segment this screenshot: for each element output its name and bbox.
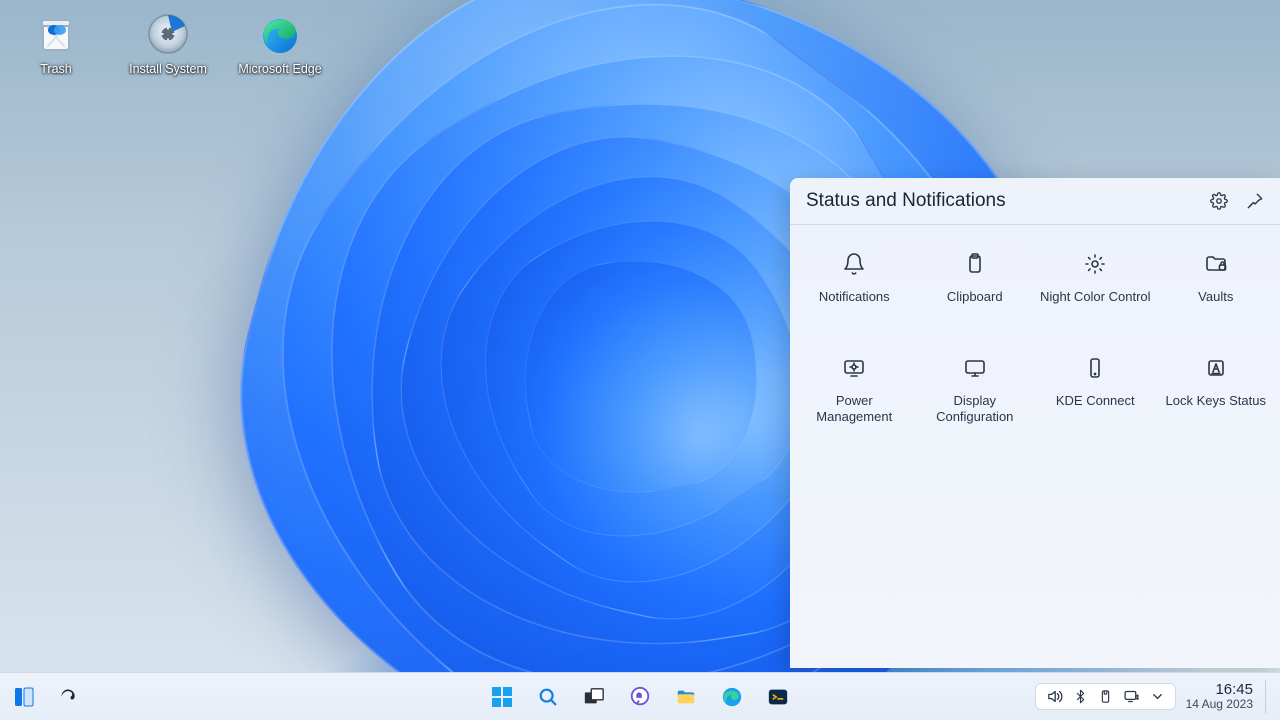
trash-icon [32,10,80,58]
display-tray-icon[interactable] [1123,688,1140,705]
windows-start-icon [491,686,513,708]
volume-icon[interactable] [1046,688,1063,705]
task-view-icon [583,686,605,708]
chat-icon [629,686,651,708]
swirl-logo-icon [58,687,78,707]
tile-vaults[interactable]: Vaults [1156,243,1277,329]
tile-label: Display Configuration [919,393,1032,426]
bell-icon [841,251,867,277]
tile-label: KDE Connect [1056,393,1135,425]
panel-grid-icon [14,687,34,707]
pin-icon [1246,192,1264,210]
tile-notifications[interactable]: Notifications [794,243,915,329]
edge-icon [721,686,743,708]
taskbar-distro-button[interactable] [52,681,84,713]
start-button[interactable] [486,681,518,713]
desktop-icons: Trash I [14,10,322,76]
edge-icon [256,10,304,58]
folder-lock-icon [1203,251,1229,277]
taskbar: 16:45 14 Aug 2023 [0,672,1280,720]
taskbar-clock[interactable]: 16:45 14 Aug 2023 [1186,682,1259,712]
desktop-icon-label: Install System [129,62,207,76]
keyboard-key-icon [1203,355,1229,381]
tile-display-configuration[interactable]: Display Configuration [915,347,1036,434]
tile-lock-keys-status[interactable]: Lock Keys Status [1156,347,1277,434]
monitor-brightness-icon [841,355,867,381]
tile-night-color-control[interactable]: Night Color Control [1035,243,1156,329]
desktop-icon-microsoft-edge[interactable]: Microsoft Edge [238,10,322,76]
tile-clipboard[interactable]: Clipboard [915,243,1036,329]
tile-label: Power Management [798,393,911,426]
gear-icon [1210,192,1228,210]
tile-label: Vaults [1198,289,1233,321]
clock-time: 16:45 [1186,682,1253,699]
terminal-icon [767,686,789,708]
taskbar-separator [1265,680,1266,714]
taskbar-chat-button[interactable] [624,681,656,713]
brightness-icon [1082,251,1108,277]
taskbar-file-explorer-button[interactable] [670,681,702,713]
desktop-icon-label: Microsoft Edge [238,62,321,76]
clock-date: 14 Aug 2023 [1186,698,1253,711]
tile-label: Lock Keys Status [1166,393,1266,425]
monitor-icon [962,355,988,381]
tile-kde-connect[interactable]: KDE Connect [1035,347,1156,434]
panel-header: Status and Notifications [790,178,1280,225]
tile-label: Notifications [819,289,890,321]
tray-expand-icon[interactable] [1150,689,1165,704]
clipboard-icon [962,251,988,277]
desktop-icon-trash[interactable]: Trash [14,10,98,76]
panel-tiles: Notifications Clipboard Night Color Cont… [790,225,1280,452]
search-icon [537,686,559,708]
status-notifications-panel: Status and Notifications Notifications C… [790,178,1280,668]
taskbar-search-button[interactable] [532,681,564,713]
tile-label: Night Color Control [1040,289,1151,321]
panel-pin-button[interactable] [1246,192,1264,210]
desktop-icon-install-system[interactable]: Install System [126,10,210,76]
tile-power-management[interactable]: Power Management [794,347,915,434]
panel-title: Status and Notifications [806,190,1006,212]
taskbar-peek-button[interactable] [8,681,40,713]
taskbar-taskview-button[interactable] [578,681,610,713]
disc-installer-icon [144,10,192,58]
desktop-wallpaper: Trash I [0,0,1280,720]
removable-media-icon[interactable] [1098,688,1113,705]
bluetooth-icon[interactable] [1073,688,1088,705]
taskbar-edge-button[interactable] [716,681,748,713]
taskbar-terminal-button[interactable] [762,681,794,713]
panel-settings-button[interactable] [1210,192,1228,210]
tile-label: Clipboard [947,289,1003,321]
system-tray[interactable] [1035,683,1176,710]
desktop-icon-label: Trash [40,62,72,76]
smartphone-icon [1082,355,1108,381]
folder-icon [675,686,697,708]
